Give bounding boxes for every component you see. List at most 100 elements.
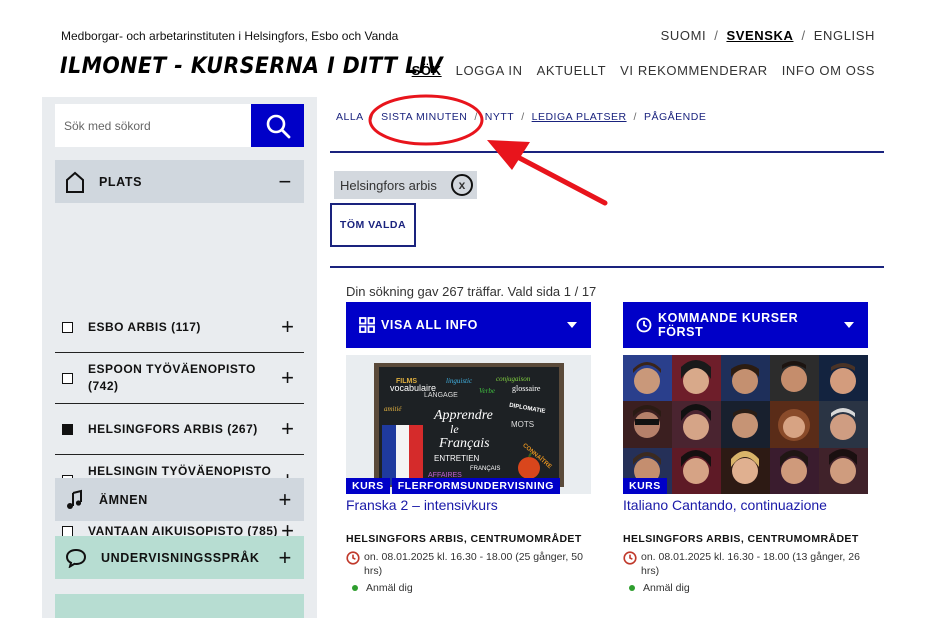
portrait-tile bbox=[623, 355, 868, 494]
nav-info-om-oss[interactable]: INFO OM OSS bbox=[782, 63, 875, 78]
lang-separator: / bbox=[801, 28, 806, 43]
filter-lediga-platser[interactable]: LEDIGA PLATSER bbox=[532, 111, 627, 123]
filter-sidebar: PLATS − ESBO ARBIS (117) + ESPOON TYÖVÄE… bbox=[42, 97, 317, 618]
course-location: HELSINGFORS ARBIS, CENTRUMOMRÅDET bbox=[346, 533, 582, 545]
checkbox-checked[interactable] bbox=[62, 423, 73, 435]
place-item-espoon-tyovaenopisto[interactable]: ESPOON TYÖVÄENOPISTO (742) + bbox=[55, 353, 304, 404]
course-tags: KURS bbox=[623, 478, 667, 494]
expand-toggle[interactable]: + bbox=[279, 488, 292, 511]
search-input[interactable] bbox=[55, 104, 251, 147]
checkbox[interactable] bbox=[62, 372, 73, 384]
tag-flerformsundervisning: FLERFORMSUNDERVISNING bbox=[391, 478, 560, 494]
search-icon bbox=[266, 114, 290, 138]
image-word: amitié bbox=[384, 405, 402, 413]
lang-svenska[interactable]: SVENSKA bbox=[726, 28, 793, 43]
chip-label: Helsingfors arbis bbox=[340, 177, 437, 193]
view-mode-dropdown[interactable]: VISA ALL INFO bbox=[346, 302, 591, 348]
course-tags: KURS FLERFORMSUNDERVISNING bbox=[346, 478, 560, 494]
expand-toggle[interactable]: + bbox=[279, 546, 292, 569]
image-heading: le bbox=[450, 422, 459, 436]
facet-next-header[interactable] bbox=[55, 594, 304, 618]
house-icon bbox=[66, 171, 84, 193]
facet-sprak-label: UNDERVISNINGSSPRÅK bbox=[101, 550, 260, 565]
enroll-status: Anmäl dig bbox=[629, 582, 868, 594]
site-logo[interactable]: ILMONET - KURSERNA I DITT LIV bbox=[60, 54, 443, 79]
filter-nytt[interactable]: NYTT bbox=[485, 111, 514, 123]
place-label: HELSINGFORS ARBIS (267) bbox=[88, 421, 258, 436]
image-word: MOTS bbox=[511, 420, 534, 429]
image-word: LANGAGE bbox=[424, 392, 458, 399]
course-title-link[interactable]: Italiano Cantando, continuazione bbox=[623, 497, 868, 513]
nav-sok[interactable]: SÖK bbox=[412, 63, 442, 78]
tag-kurs: KURS bbox=[623, 478, 667, 494]
lang-english[interactable]: ENGLISH bbox=[814, 28, 875, 43]
course-image[interactable]: KURS bbox=[623, 355, 868, 494]
image-word: FRANÇAIS bbox=[470, 466, 500, 472]
checkbox[interactable] bbox=[62, 321, 73, 333]
filter-separator: / bbox=[633, 111, 637, 123]
facet-plats-header[interactable]: PLATS − bbox=[55, 160, 304, 203]
course-title-link[interactable]: Franska 2 – intensivkurs bbox=[346, 497, 591, 513]
expand-plus-icon[interactable]: + bbox=[281, 316, 294, 338]
place-item-helsingfors-arbis[interactable]: HELSINGFORS ARBIS (267) + bbox=[55, 404, 304, 455]
image-heading: Apprendre bbox=[433, 408, 493, 423]
collapse-toggle[interactable]: − bbox=[279, 170, 292, 193]
course-image[interactable]: FILMS vocabulaire linguistic conjugaison… bbox=[346, 355, 591, 494]
status-dot-icon bbox=[352, 585, 358, 591]
sort-dropdown[interactable]: KOMMANDE KURSER FÖRST bbox=[623, 302, 868, 348]
divider bbox=[330, 151, 884, 153]
place-label: ESBO ARBIS (117) bbox=[88, 319, 201, 334]
speech-bubble-icon bbox=[65, 548, 87, 568]
lang-suomi[interactable]: SUOMI bbox=[661, 28, 707, 43]
nav-vi-rekommenderar[interactable]: VI REKOMMENDERAR bbox=[620, 63, 768, 78]
music-note-icon bbox=[67, 489, 82, 509]
clear-selection-button[interactable]: TÖM VALDA bbox=[330, 203, 416, 247]
chalkboard-photo: FILMS vocabulaire linguistic conjugaison… bbox=[346, 355, 591, 494]
tag-kurs: KURS bbox=[346, 478, 390, 494]
filter-separator: / bbox=[474, 111, 478, 123]
image-heading: Français bbox=[438, 436, 490, 451]
search-button[interactable] bbox=[251, 104, 304, 147]
facet-plats-label: PLATS bbox=[99, 174, 143, 189]
nav-logga-in[interactable]: LOGGA IN bbox=[456, 63, 523, 78]
image-word: Verbe bbox=[479, 387, 495, 395]
place-label: ESPOON TYÖVÄENOPISTO (742) bbox=[88, 362, 256, 393]
expand-plus-icon[interactable]: + bbox=[281, 367, 294, 389]
expand-plus-icon[interactable]: + bbox=[281, 418, 294, 440]
clock-icon bbox=[636, 317, 652, 333]
arrow-head-icon bbox=[487, 140, 530, 170]
filter-alla[interactable]: ALLA bbox=[336, 111, 364, 123]
filter-pagaende[interactable]: PÅGÅENDE bbox=[644, 111, 706, 123]
clock-icon bbox=[623, 551, 637, 565]
enroll-link[interactable]: Anmäl dig bbox=[366, 582, 413, 594]
course-time-text: on. 08.01.2025 kl. 16.30 - 18.00 (25 gån… bbox=[364, 551, 583, 577]
facet-amnen-header[interactable]: ÄMNEN + bbox=[55, 478, 304, 521]
facet-sprak-header[interactable]: UNDERVISNINGSSPRÅK + bbox=[55, 536, 304, 579]
main-nav: SÖK LOGGA IN AKTUELLT VI REKOMMENDERAR I… bbox=[412, 63, 875, 78]
filter-separator: / bbox=[370, 111, 375, 123]
filter-sista-minuten[interactable]: SISTA MINUTEN bbox=[381, 111, 467, 123]
status-dot-icon bbox=[629, 585, 635, 591]
results-summary: Din sökning gav 267 träffar. Vald sida 1… bbox=[346, 284, 597, 299]
clock-icon bbox=[346, 551, 360, 565]
search-bar bbox=[55, 104, 304, 147]
course-schedule: on. 08.01.2025 kl. 16.30 - 18.00 (25 gån… bbox=[346, 550, 591, 578]
grid-icon bbox=[359, 317, 375, 333]
sort-label: KOMMANDE KURSER FÖRST bbox=[658, 311, 799, 339]
caret-down-icon bbox=[567, 322, 577, 328]
nav-aktuellt[interactable]: AKTUELLT bbox=[537, 63, 607, 78]
course-card: FILMS vocabulaire linguistic conjugaison… bbox=[346, 355, 591, 594]
enroll-link[interactable]: Anmäl dig bbox=[643, 582, 690, 594]
view-mode-label: VISA ALL INFO bbox=[381, 318, 478, 332]
place-item-esbo-arbis[interactable]: ESBO ARBIS (117) + bbox=[55, 302, 304, 353]
singers-collage-photo bbox=[623, 355, 868, 494]
lang-separator: / bbox=[714, 28, 719, 43]
course-time-text: on. 08.01.2025 kl. 16.30 - 18.00 (13 gån… bbox=[641, 551, 860, 577]
image-word: linguistic bbox=[446, 377, 473, 385]
checkbox[interactable] bbox=[62, 525, 73, 537]
image-word: glossaire bbox=[512, 384, 541, 393]
caret-down-icon bbox=[844, 322, 854, 328]
quick-filter-bar: ALLA / SISTA MINUTEN / NYTT / LEDIGA PLA… bbox=[336, 111, 706, 123]
image-word: ENTRETIEN bbox=[434, 454, 480, 463]
remove-chip-button[interactable]: x bbox=[451, 174, 473, 196]
